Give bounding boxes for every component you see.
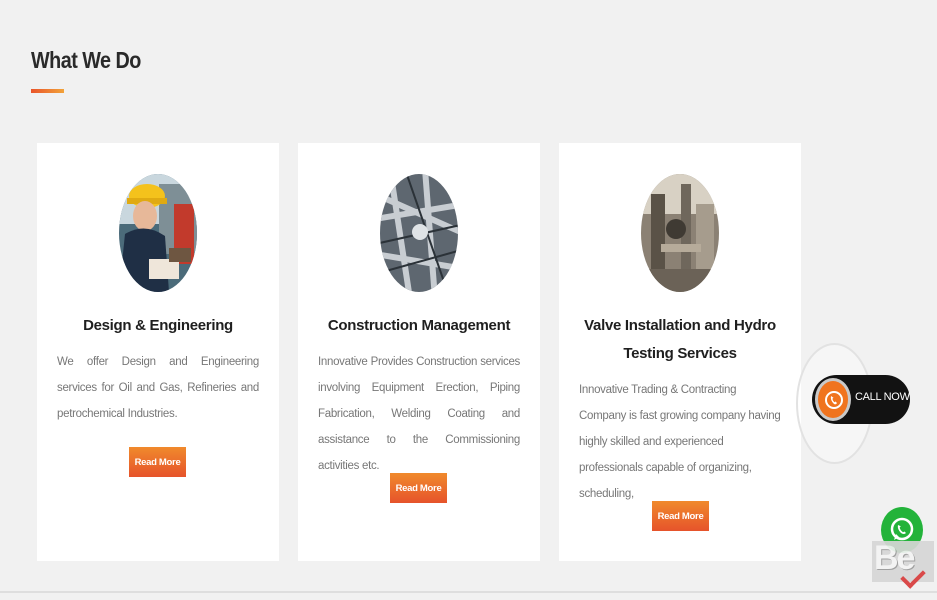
call-now-label: CALL NOW — [855, 391, 910, 403]
call-now-button[interactable]: CALL NOW — [812, 375, 910, 424]
service-card-construction-management: Construction Management Innovative Provi… — [298, 143, 540, 561]
bottom-divider — [0, 591, 937, 593]
service-card-valve-installation: Valve Installation and Hydro Testing Ser… — [559, 143, 801, 561]
card-description: Innovative Trading & Contracting Company… — [579, 384, 781, 500]
pipes-photo — [380, 174, 458, 292]
card-title: Valve Installation and Hydro Testing Ser… — [584, 317, 776, 362]
be-watermark-logo: Be — [872, 539, 934, 589]
read-more-button[interactable]: Read More — [652, 501, 709, 531]
phone-icon — [815, 378, 851, 421]
read-more-button[interactable]: Read More — [129, 447, 186, 477]
card-title: Design & Engineering — [83, 317, 233, 334]
service-card-design-engineering: Design & Engineering We offer Design and… — [37, 143, 279, 561]
card-title: Construction Management — [327, 317, 511, 334]
valve-photo — [641, 174, 719, 292]
read-more-button[interactable]: Read More — [390, 473, 447, 503]
section-title: What We Do — [31, 47, 141, 73]
card-description: We offer Design and Engineering services… — [57, 356, 259, 420]
title-underline — [31, 89, 64, 93]
card-description: Innovative Provides Construction service… — [318, 356, 520, 472]
engineer-photo — [119, 174, 197, 292]
